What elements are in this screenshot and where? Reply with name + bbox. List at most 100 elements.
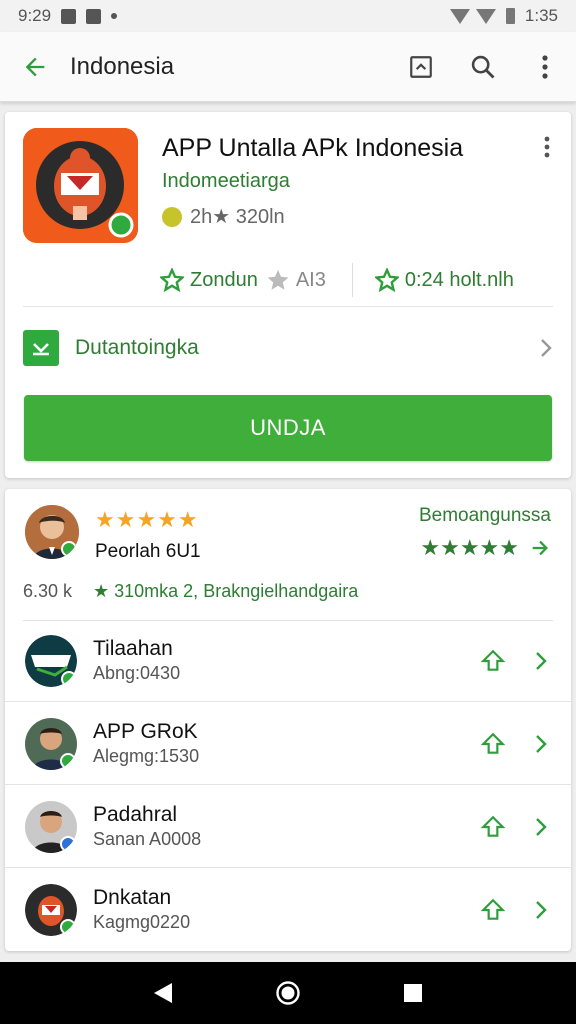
install-button[interactable]: UNDJA xyxy=(24,395,552,461)
status-time: 9:29 xyxy=(18,6,52,25)
list-item-title: Tilaahan xyxy=(93,637,173,660)
reviews-card: ★★★★★ Peorlah 6U1 Bemoangunssa ★★★★★ 6.3… xyxy=(5,489,571,951)
arrow-up-outline-icon xyxy=(480,815,506,837)
notification-icon xyxy=(86,8,102,24)
dad-logo-icon xyxy=(25,634,77,687)
developer-name[interactable]: Indomeetiarga xyxy=(162,170,290,193)
wifi-icon xyxy=(449,8,470,24)
review-summary: ★ 310mka 2, Brakngielhandgaira xyxy=(93,581,359,601)
avatar xyxy=(25,883,77,936)
more-vert-icon xyxy=(544,136,550,158)
overflow-menu-button[interactable] xyxy=(514,32,576,102)
card-overflow-button[interactable] xyxy=(535,132,559,162)
reviewer-name: Peorlah 6U1 xyxy=(95,541,201,562)
notification-icon xyxy=(61,8,77,24)
stat-secondary-label: AI3 xyxy=(295,268,326,291)
chevron-right-icon xyxy=(536,817,547,836)
avatar[interactable] xyxy=(25,505,79,559)
person-avatar-icon xyxy=(25,505,79,559)
review-count: 6.30 k xyxy=(23,581,73,601)
stat-rating-label: Zondun xyxy=(190,268,258,291)
open-item-button[interactable] xyxy=(523,724,559,764)
star-outline-icon xyxy=(267,270,289,290)
status-bar: 9:29 1:35 xyxy=(0,0,576,32)
triangle-back-icon xyxy=(153,983,172,1003)
more-vert-icon xyxy=(542,54,548,79)
circle-home-icon xyxy=(276,981,300,1005)
stat-downloads-label: 0:24 holt.nlh xyxy=(404,268,514,291)
list-item[interactable]: Tilaahan Abng:0430 xyxy=(5,619,571,702)
list-item-subtitle: Abng:0430 xyxy=(93,663,181,683)
open-item-button[interactable] xyxy=(523,641,559,681)
stats-divider xyxy=(351,263,353,297)
app-meta-text: 2h★ 320ln xyxy=(190,206,285,228)
search-button[interactable] xyxy=(452,32,514,102)
nav-recents-button[interactable] xyxy=(388,968,438,1018)
stat-downloads: 0:24 holt.nlh xyxy=(374,268,514,292)
review-right-stars-value: ★★★★★ xyxy=(420,535,519,560)
list-item-subtitle: Alegmg:1530 xyxy=(93,746,200,766)
review-right-stars[interactable]: ★★★★★ xyxy=(420,535,551,561)
arrow-left-icon xyxy=(25,57,45,76)
app-logo-icon xyxy=(25,883,77,936)
system-nav-bar xyxy=(0,962,576,1024)
list-item-subtitle: Sanan A0008 xyxy=(93,829,202,849)
chevron-right-icon xyxy=(536,734,547,753)
list-item-title: APP GRoK xyxy=(93,720,198,743)
download-icon xyxy=(23,330,59,366)
stats-row: Zondun AI3 0:24 holt.nlh xyxy=(160,260,560,300)
app-card: APP Untalla APk Indonesia Indomeetiarga … xyxy=(5,112,571,478)
person-avatar-icon xyxy=(25,800,77,853)
arrow-up-outline-icon xyxy=(480,732,506,754)
nav-back-button[interactable] xyxy=(138,968,188,1018)
install-info-label: Dutantoingka xyxy=(75,336,199,359)
review-stars: ★★★★★ xyxy=(95,507,199,532)
star-icon xyxy=(374,268,399,292)
search-icon xyxy=(471,55,495,78)
status-right-time: 1:35 xyxy=(524,6,558,25)
arrow-right-icon xyxy=(532,540,548,556)
list-item-title: Dnkatan xyxy=(93,886,172,909)
app-logo-icon xyxy=(23,128,138,243)
nav-home-button[interactable] xyxy=(263,968,313,1018)
square-recents-icon xyxy=(404,984,423,1002)
share-icon xyxy=(410,55,432,78)
page-title: Indonesia xyxy=(70,52,175,80)
app-meta: 2h★ 320ln xyxy=(162,204,285,229)
list-item[interactable]: Dnkatan Kagmg0220 xyxy=(5,868,571,951)
arrow-up-outline-icon xyxy=(480,649,506,671)
upvote-button[interactable] xyxy=(473,807,513,847)
open-item-button[interactable] xyxy=(523,807,559,847)
app-icon[interactable] xyxy=(23,128,138,243)
avatar xyxy=(25,800,77,853)
divider xyxy=(23,306,553,307)
install-info-row[interactable]: Dutantoingka xyxy=(23,324,553,372)
share-button[interactable] xyxy=(390,32,452,102)
avatar xyxy=(25,717,77,770)
upvote-button[interactable] xyxy=(473,724,513,764)
stat-rating: Zondun xyxy=(160,268,258,292)
content-rating-icon xyxy=(162,206,182,227)
review-right-label[interactable]: Bemoangunssa xyxy=(419,505,551,527)
battery-icon xyxy=(505,8,515,24)
list-item[interactable]: APP GRoK Alegmg:1530 xyxy=(5,702,571,785)
open-item-button[interactable] xyxy=(523,890,559,930)
app-bar: Indonesia xyxy=(0,32,576,102)
arrow-up-outline-icon xyxy=(480,898,506,920)
chevron-right-icon xyxy=(536,900,547,919)
app-name: APP Untalla APk Indonesia xyxy=(162,134,464,162)
list-item-subtitle: Kagmg0220 xyxy=(93,912,191,932)
upvote-button[interactable] xyxy=(473,641,513,681)
list-item-title: Padahral xyxy=(93,803,178,826)
signal-icon xyxy=(475,8,496,24)
chevron-right-icon xyxy=(536,651,547,670)
more-notifications-icon xyxy=(111,13,118,19)
list-item[interactable]: Padahral Sanan A0008 xyxy=(5,785,571,868)
stat-secondary: AI3 xyxy=(266,268,326,292)
avatar xyxy=(25,634,77,687)
back-button[interactable] xyxy=(0,32,70,102)
star-icon xyxy=(160,268,184,292)
person-avatar-icon xyxy=(25,717,77,770)
upvote-button[interactable] xyxy=(473,890,513,930)
chevron-right-icon xyxy=(541,339,552,357)
